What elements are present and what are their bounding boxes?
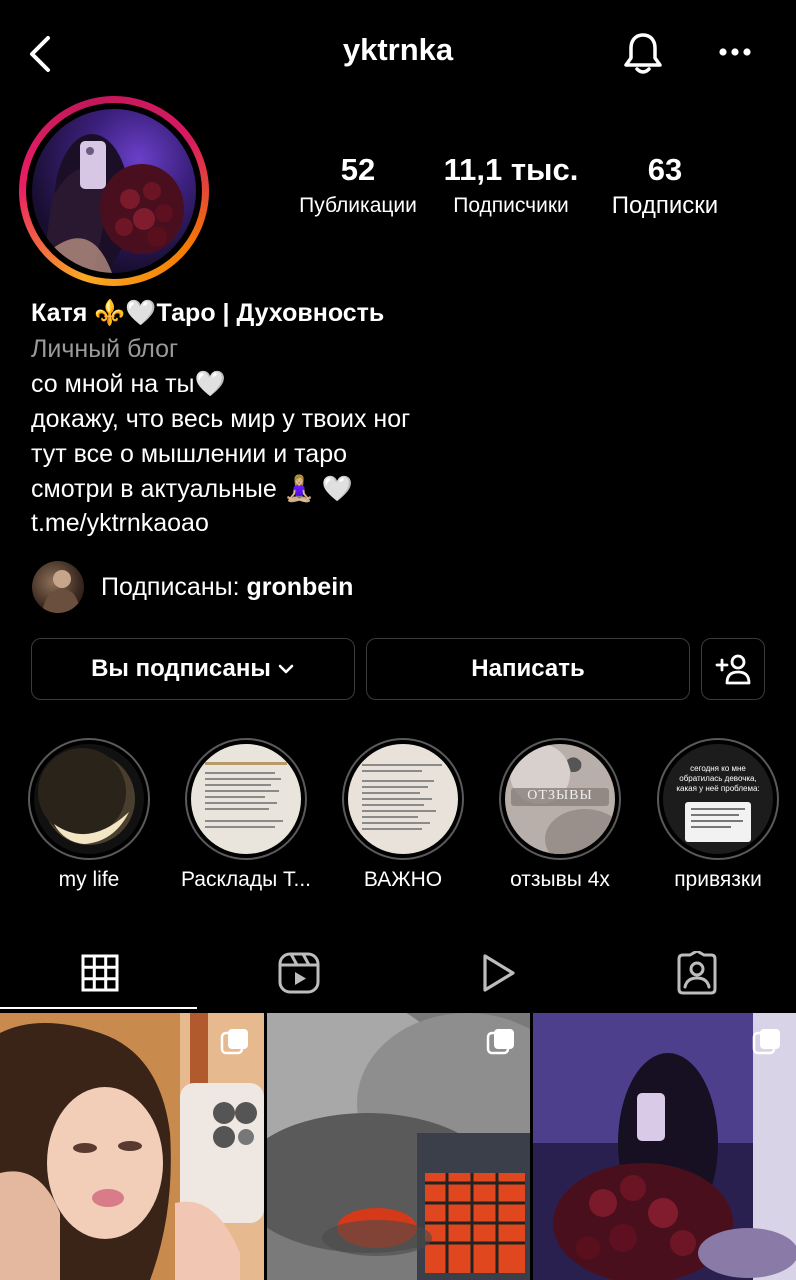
profile-tabs (0, 935, 796, 1011)
carousel-icon (220, 1029, 248, 1055)
highlight-cover: ОТЗЫВЫ (505, 744, 615, 854)
highlight-cover-text: ОТЗЫВЫ (527, 788, 593, 803)
highlight-otzyvy[interactable]: ОТЗЫВЫ отзывы 4х (498, 738, 622, 891)
message-button-label: Написать (471, 655, 585, 682)
posts-label: Публикации (299, 194, 417, 217)
stat-posts[interactable]: 52 Публикации (283, 152, 433, 218)
add-person-icon (715, 654, 751, 685)
highlight-cover (348, 744, 458, 854)
carousel-icon (752, 1029, 780, 1055)
highlight-label: ВАЖНО (363, 868, 443, 891)
notifications-button[interactable] (618, 28, 668, 78)
post-thumbnail[interactable] (0, 1013, 264, 1280)
bell-icon (624, 33, 662, 74)
bio-link[interactable]: t.me/yktrnkaoao (31, 506, 771, 541)
bio-line: смотри в актуальные 🧘🏼‍♀️ 🤍 (31, 475, 353, 503)
add-person-button[interactable] (701, 638, 765, 700)
following-button-label: Вы подписаны (91, 655, 271, 682)
tab-tagged[interactable] (597, 935, 796, 1011)
followed-by-text: Подписаны: gronbein (101, 572, 354, 601)
avatar[interactable] (32, 109, 196, 273)
highlight-cover (191, 744, 301, 854)
avatar-photo (42, 134, 184, 273)
highlight-label: my life (58, 868, 120, 891)
highlight-privyazki[interactable]: сегодня ко мне обратилась девочка, какая… (656, 738, 780, 891)
highlight-my-life[interactable]: my life (27, 738, 151, 891)
chevron-down-icon (278, 664, 294, 674)
profile-username: yktrnka (342, 32, 454, 67)
tab-grid[interactable] (0, 935, 199, 1011)
followed-by-user[interactable]: gronbein (246, 573, 353, 601)
highlight-label: привязки (674, 868, 762, 891)
tagged-icon (677, 951, 716, 995)
grid-icon (81, 954, 118, 992)
followers-label: Подписчики (453, 194, 569, 217)
following-button[interactable]: Вы подписаны (31, 638, 355, 700)
highlight-label: отзывы 4х (510, 868, 610, 891)
tab-reels[interactable] (199, 935, 398, 1011)
highlight-vazhno[interactable]: ВАЖНО (341, 738, 465, 891)
message-button[interactable]: Написать (366, 638, 690, 700)
active-tab-indicator (0, 1007, 197, 1009)
bio-line: докажу, что весь мир у твоих ног (31, 405, 411, 433)
stat-followers[interactable]: 11,1 тыс. Подписчики (436, 152, 586, 218)
tab-videos[interactable] (398, 935, 597, 1011)
followers-count: 11,1 тыс. (443, 152, 579, 187)
stat-following[interactable]: 63 Подписки (590, 152, 740, 220)
highlight-cover: сегодня ко мне обратилась девочка, какая… (663, 744, 773, 854)
bio-line: тут все о мышлении и таро (31, 440, 348, 468)
highlight-raskladi[interactable]: Расклады Т... (181, 738, 311, 891)
more-options-button[interactable] (712, 32, 758, 72)
highlight-label: Расклады Т... (180, 868, 312, 891)
post-thumbnail[interactable] (267, 1013, 530, 1280)
highlight-cover (34, 744, 144, 854)
play-icon (482, 954, 515, 992)
reels-icon (278, 952, 319, 994)
bio-line: со мной на ты🤍 (31, 370, 226, 398)
follower-avatar (32, 561, 84, 613)
posts-count: 52 (340, 152, 376, 187)
carousel-icon (486, 1029, 514, 1055)
following-label: Подписки (611, 192, 719, 219)
post-thumbnail[interactable] (533, 1013, 796, 1280)
profile-name: Катя ⚜️🤍Таро | Духовность (31, 299, 385, 327)
more-horizontal-icon (719, 48, 751, 56)
profile-category: Личный блог (31, 335, 179, 363)
following-count: 63 (647, 152, 683, 187)
followed-by[interactable]: Подписаны: gronbein (32, 558, 353, 616)
